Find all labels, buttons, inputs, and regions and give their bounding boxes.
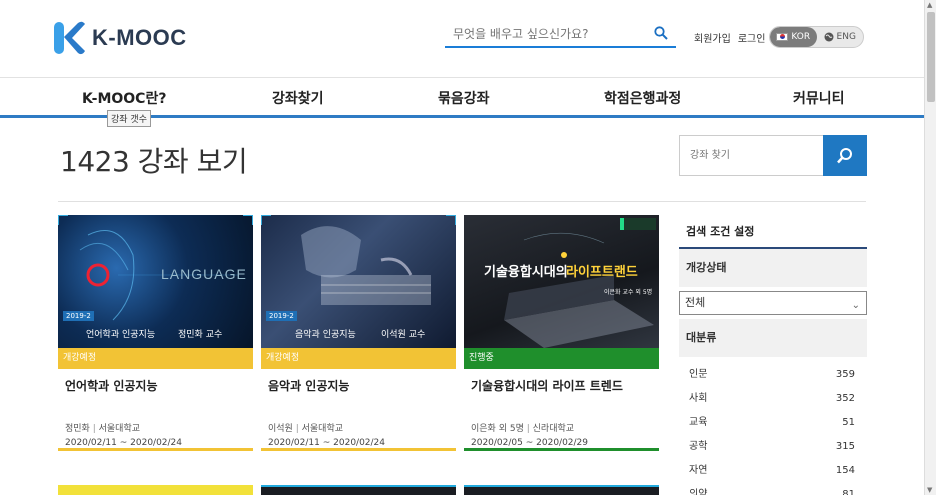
course-meta: 이석원 | 서울대학교 bbox=[268, 424, 344, 434]
nav-about[interactable]: K-MOOC란? bbox=[82, 88, 166, 108]
lang-eng-label: ENG bbox=[836, 32, 856, 42]
category-count: 81 bbox=[842, 489, 855, 495]
account-links: 회원가입 로그인 bbox=[694, 30, 765, 45]
course-card[interactable]: 2019-2 음악과 인공지능 이석원 교수 개강예정 음악과 인공지능 이석원… bbox=[261, 215, 456, 451]
tooltip: 강좌 갯수 bbox=[107, 110, 151, 127]
thumb-tag: 2019-2 bbox=[63, 311, 94, 321]
instructor: 정민화 bbox=[65, 424, 90, 434]
category-item[interactable]: 교육 51 bbox=[679, 411, 867, 435]
thumb-prof: 이석원 교수 bbox=[381, 330, 426, 340]
course-thumbnail[interactable]: 기술융합시대의 라이프트랜드 이은화 교수 외 5명 bbox=[464, 215, 659, 348]
korea-flag-icon bbox=[776, 33, 789, 41]
status-badge: 개강예정 bbox=[58, 348, 253, 369]
page-title: 1423 강좌 보기 bbox=[60, 145, 248, 178]
course-meta: 정민화 | 서울대학교 bbox=[65, 424, 141, 434]
course-card-partial[interactable] bbox=[261, 485, 456, 495]
thumb-course: 언어학과 인공지능 bbox=[86, 330, 156, 340]
lang-kor-button[interactable]: KOR bbox=[770, 27, 817, 47]
course-card-partial[interactable] bbox=[58, 485, 253, 495]
scroll-up-icon[interactable]: ▲ bbox=[927, 1, 932, 9]
course-search-input[interactable] bbox=[680, 136, 820, 175]
instructor: 이석원 bbox=[268, 424, 293, 434]
scroll-down-icon[interactable]: ▼ bbox=[927, 486, 932, 494]
school: 서울대학교 bbox=[301, 424, 344, 434]
nav-credit-bank[interactable]: 학점은행과정 bbox=[604, 88, 681, 108]
course-thumbnail[interactable]: LANGUAGE 2019-2 언어학과 인공지능 정민화 교수 bbox=[58, 215, 253, 348]
top-search-box bbox=[445, 22, 676, 48]
thumb-prof: 정민화 교수 bbox=[178, 330, 223, 340]
kmooc-logo[interactable]: K-MOOC bbox=[52, 20, 187, 56]
lang-eng-button[interactable]: ENG bbox=[817, 27, 864, 47]
thumb-headline-2: 라이프트랜드 bbox=[566, 265, 638, 280]
course-dates: 2020/02/11 ~ 2020/02/24 bbox=[268, 438, 386, 448]
section-divider bbox=[58, 201, 866, 202]
status-bar bbox=[58, 448, 253, 451]
login-link[interactable]: 로그인 bbox=[738, 30, 766, 45]
category-name: 사회 bbox=[689, 393, 708, 404]
school: 신라대학교 bbox=[532, 424, 575, 434]
category-item[interactable]: 인문 359 bbox=[679, 363, 867, 387]
school: 서울대학교 bbox=[98, 424, 141, 434]
category-name: 공학 bbox=[689, 441, 708, 452]
filter-sidebar: 검색 조건 설정 개강상태 전체 ⌄ 대분류 인문 359 사회 352 교육 51 … bbox=[679, 215, 867, 495]
category-item[interactable]: 사회 352 bbox=[679, 387, 867, 411]
course-search-button[interactable] bbox=[823, 135, 867, 176]
category-item[interactable]: 공학 315 bbox=[679, 435, 867, 459]
status-select[interactable]: 전체 ⌄ bbox=[679, 291, 867, 315]
thumb-course: 음악과 인공지능 bbox=[295, 330, 356, 340]
course-title[interactable]: 기술융합시대의 라이프 트렌드 bbox=[471, 377, 659, 407]
status-badge: 개강예정 bbox=[261, 348, 456, 369]
language-toggle: KOR ENG bbox=[769, 26, 864, 48]
lang-kor-label: KOR bbox=[791, 32, 811, 42]
category-count: 51 bbox=[842, 417, 855, 428]
scrollbar-thumb[interactable] bbox=[927, 12, 935, 102]
filter-heading: 검색 조건 설정 bbox=[679, 215, 867, 249]
course-card-partial[interactable] bbox=[464, 485, 659, 495]
thumb-word: LANGUAGE bbox=[161, 266, 247, 282]
globe-icon bbox=[824, 32, 834, 42]
course-card[interactable]: 기술융합시대의 라이프트랜드 이은화 교수 외 5명 진행중 기술융합시대의 라… bbox=[464, 215, 659, 451]
course-title[interactable]: 음악과 인공지능 bbox=[268, 377, 456, 407]
thumb-prof: 이은화 교수 외 5명 bbox=[604, 289, 653, 296]
category-count: 352 bbox=[835, 393, 855, 404]
status-select-value: 전체 bbox=[685, 296, 706, 309]
signup-link[interactable]: 회원가입 bbox=[694, 30, 731, 45]
course-thumbnail[interactable]: 2019-2 음악과 인공지능 이석원 교수 bbox=[261, 215, 456, 348]
site-header: K-MOOC 회원가입 로그인 KOR ENG bbox=[0, 0, 924, 78]
category-section-label: 대분류 bbox=[679, 319, 867, 357]
status-badge: 진행중 bbox=[464, 348, 659, 369]
course-dates: 2020/02/05 ~ 2020/02/29 bbox=[471, 438, 589, 448]
category-count: 154 bbox=[835, 465, 855, 476]
course-title[interactable]: 언어학과 인공지능 bbox=[65, 377, 253, 407]
thumb-headline: 기술융합시대의 bbox=[484, 265, 568, 280]
category-count: 315 bbox=[835, 441, 855, 452]
category-item[interactable]: 의약 81 bbox=[679, 483, 867, 495]
logo-k-icon bbox=[52, 20, 88, 56]
nav-course-search[interactable]: 강좌찾기 bbox=[272, 88, 324, 108]
category-item[interactable]: 자연 154 bbox=[679, 459, 867, 483]
logo-text: K-MOOC bbox=[92, 25, 187, 50]
status-bar bbox=[261, 448, 456, 451]
status-bar bbox=[464, 448, 659, 451]
status-section-label: 개강상태 bbox=[679, 249, 867, 287]
page-scrollbar[interactable]: ▲ ▼ bbox=[924, 0, 936, 495]
course-dates: 2020/02/11 ~ 2020/02/24 bbox=[65, 438, 183, 448]
thumb-tag: 2019-2 bbox=[266, 311, 297, 321]
search-icon bbox=[837, 147, 852, 163]
course-meta: 이은화 외 5명 | 신라대학교 bbox=[471, 424, 575, 434]
category-name: 자연 bbox=[689, 465, 708, 476]
category-name: 인문 bbox=[689, 369, 708, 380]
category-count: 359 bbox=[835, 369, 855, 380]
category-name: 의약 bbox=[689, 489, 708, 495]
instructor: 이은화 외 5명 bbox=[471, 424, 524, 434]
nav-bundle-courses[interactable]: 묶음강좌 bbox=[438, 88, 490, 108]
category-name: 교육 bbox=[689, 417, 708, 428]
search-icon[interactable] bbox=[654, 25, 668, 44]
course-card[interactable]: LANGUAGE 2019-2 언어학과 인공지능 정민화 교수 개강예정 언어… bbox=[58, 215, 253, 451]
chevron-down-icon: ⌄ bbox=[851, 300, 860, 311]
top-search-input[interactable] bbox=[445, 22, 645, 46]
course-search-box bbox=[679, 135, 867, 176]
nav-community[interactable]: 커뮤니티 bbox=[793, 88, 845, 108]
